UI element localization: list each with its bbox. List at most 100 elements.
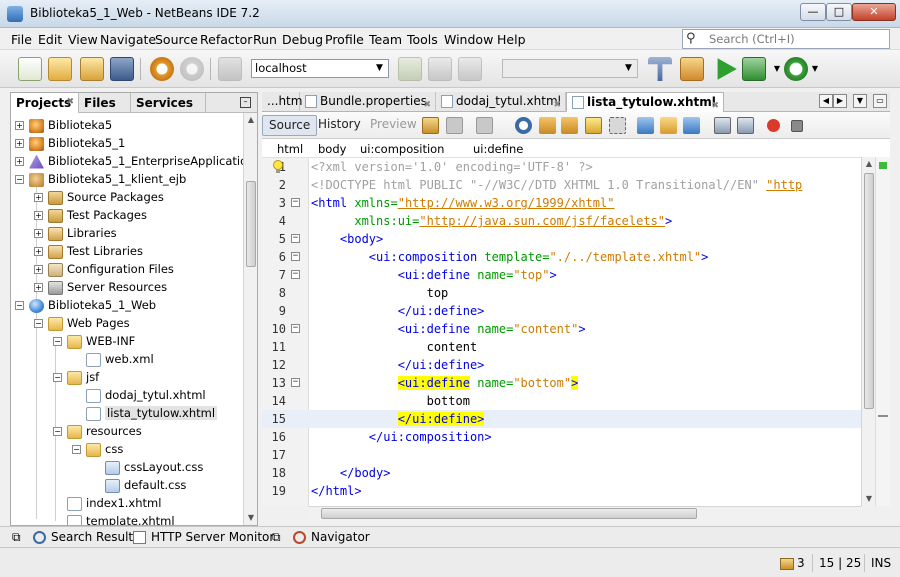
code-line[interactable]: 13− <ui:define name="bottom">	[262, 374, 875, 392]
save-all-icon[interactable]	[110, 57, 134, 81]
expand-icon[interactable]: +	[34, 229, 43, 238]
toggle-highlight-icon[interactable]	[585, 117, 602, 134]
menu-profile[interactable]: Profile	[325, 32, 364, 47]
tree-item[interactable]: − WEB-INF	[53, 332, 135, 350]
maximize-button[interactable]: □	[826, 3, 852, 21]
forward-icon[interactable]	[476, 117, 493, 134]
code-line[interactable]: 6− <ui:composition template="./../templa…	[262, 248, 875, 266]
back-icon[interactable]	[446, 117, 463, 134]
tree-item[interactable]: template.xhtml	[67, 512, 175, 525]
code-line[interactable]: 1<?xml version='1.0' encoding='UTF-8' ?>	[262, 158, 875, 176]
code-line[interactable]: 3− <html xmlns="http://www.w3.org/1999/xh…	[262, 194, 875, 212]
fold-collapse-icon[interactable]: −	[291, 252, 300, 261]
new-file-icon[interactable]	[18, 57, 42, 81]
menu-navigate[interactable]: Navigate	[100, 32, 156, 47]
shift-left-icon[interactable]	[714, 117, 731, 134]
toggle-bookmark-icon[interactable]	[683, 117, 700, 134]
minimize-panel-icon[interactable]: –	[240, 97, 251, 108]
new-project-icon[interactable]	[48, 57, 72, 81]
next-bookmark-icon[interactable]	[660, 117, 677, 134]
tree-item[interactable]: + Biblioteka5	[15, 116, 112, 134]
code-line-current[interactable]: 15 </ui:define>	[262, 410, 875, 428]
menu-tools[interactable]: Tools	[407, 32, 438, 47]
breadcrumb-ui-composition[interactable]: ui:composition	[360, 142, 444, 156]
tree-item[interactable]: + Source Packages	[34, 188, 164, 206]
preview-view-button[interactable]: Preview	[364, 115, 423, 136]
scroll-up-icon[interactable]: ▲	[862, 157, 876, 171]
tree-item[interactable]: − resources	[53, 422, 142, 440]
tree-item[interactable]: web.xml	[86, 350, 154, 368]
tree-item[interactable]: − Biblioteka5_1_klient_ejb	[15, 170, 186, 188]
close-icon[interactable]: ✖	[66, 97, 74, 107]
code-line[interactable]: 7− <ui:define name="top">	[262, 266, 875, 284]
menu-view[interactable]: View	[68, 32, 98, 47]
code-line[interactable]: 2 <!DOCTYPE html PUBLIC "-//W3C//DTD XHTM…	[262, 176, 875, 194]
find-icon[interactable]	[515, 117, 532, 134]
scroll-up-icon[interactable]: ▲	[244, 113, 258, 127]
code-line[interactable]: 9 </ui:define>	[262, 302, 875, 320]
clean-and-build-icon[interactable]	[680, 57, 704, 81]
shift-right-icon[interactable]	[737, 117, 754, 134]
expand-icon[interactable]: +	[34, 265, 43, 274]
tree-item[interactable]: + Configuration Files	[34, 260, 174, 278]
collapse-icon[interactable]: −	[72, 445, 81, 454]
collapse-icon[interactable]: −	[53, 373, 62, 382]
fold-collapse-icon[interactable]: −	[291, 270, 300, 279]
source-view-button[interactable]: Source	[262, 115, 318, 136]
fold-collapse-icon[interactable]: −	[291, 378, 300, 387]
breadcrumb-html[interactable]: html	[277, 142, 303, 156]
redo-icon[interactable]	[180, 57, 204, 81]
tab-files[interactable]: Files	[79, 93, 131, 113]
code-line[interactable]: 17	[262, 446, 875, 464]
profile-icon[interactable]	[784, 57, 808, 81]
code-line[interactable]: 4 xmlns:ui="http://java.sun.com/jsf/face…	[262, 212, 875, 230]
editor-vertical-scrollbar[interactable]: ▲ ▼	[861, 157, 875, 506]
fold-collapse-icon[interactable]: −	[291, 198, 300, 207]
menu-run[interactable]: Run	[253, 32, 277, 47]
expand-icon[interactable]: +	[34, 193, 43, 202]
menu-edit[interactable]: Edit	[38, 32, 62, 47]
code-line[interactable]: 12 </ui:define>	[262, 356, 875, 374]
scroll-tabs-left-icon[interactable]: ◀	[819, 94, 833, 108]
monitor-icon[interactable]	[218, 57, 242, 81]
scroll-thumb[interactable]	[246, 181, 256, 267]
code-line[interactable]: 10− <ui:define name="content">	[262, 320, 875, 338]
configuration-select[interactable]: localhost ▼	[251, 59, 389, 78]
editor-horizontal-scrollbar[interactable]	[309, 506, 861, 520]
code-line[interactable]: 18 </body>	[262, 464, 875, 482]
search-input[interactable]: Search (Ctrl+I)	[709, 32, 795, 46]
collapse-icon[interactable]: −	[53, 427, 62, 436]
maximize-window-icon[interactable]: ▭	[873, 94, 887, 108]
chevron-down-icon[interactable]: ▼	[810, 57, 820, 81]
menu-source[interactable]: Source	[155, 32, 198, 47]
collapse-icon[interactable]: −	[15, 175, 24, 184]
tree-item[interactable]: default.css	[105, 476, 186, 494]
tree-item[interactable]: index1.xhtml	[67, 494, 161, 512]
tab-search-results[interactable]: Search Results	[33, 529, 139, 545]
tree-item[interactable]: + Server Resources	[34, 278, 167, 296]
tab-navigator[interactable]: Navigator	[293, 529, 370, 545]
tree-item[interactable]: − Web Pages	[34, 314, 130, 332]
previous-bookmark-icon[interactable]	[637, 117, 654, 134]
expand-icon[interactable]: +	[34, 283, 43, 292]
restore-group-icon[interactable]: ⧉	[272, 529, 281, 545]
tree-item[interactable]: + Biblioteka5_1_EnterpriseApplication	[15, 152, 243, 170]
error-stripe[interactable]	[875, 157, 890, 506]
scroll-down-icon[interactable]: ▼	[862, 492, 876, 506]
code-line[interactable]: 8 top	[262, 284, 875, 302]
tree-item[interactable]: dodaj_tytul.xhtml	[86, 386, 206, 404]
tree-item[interactable]: cssLayout.css	[105, 458, 203, 476]
find-next-icon[interactable]	[561, 117, 578, 134]
collapse-icon[interactable]: −	[34, 319, 43, 328]
close-button[interactable]: ✕	[852, 3, 896, 21]
tab-http-server-monitor[interactable]: HTTP Server Monitor	[133, 529, 274, 545]
menu-file[interactable]: File	[11, 32, 32, 47]
tree-item[interactable]: + Test Packages	[34, 206, 147, 224]
open-project-icon[interactable]	[80, 57, 104, 81]
tab-list-icon[interactable]: ▼	[853, 94, 867, 108]
find-previous-icon[interactable]	[539, 117, 556, 134]
deploy-icon[interactable]	[458, 57, 482, 81]
tree-item[interactable]: − css	[72, 440, 123, 458]
tree-item[interactable]: + Test Libraries	[34, 242, 143, 260]
undo-icon[interactable]	[150, 57, 174, 81]
